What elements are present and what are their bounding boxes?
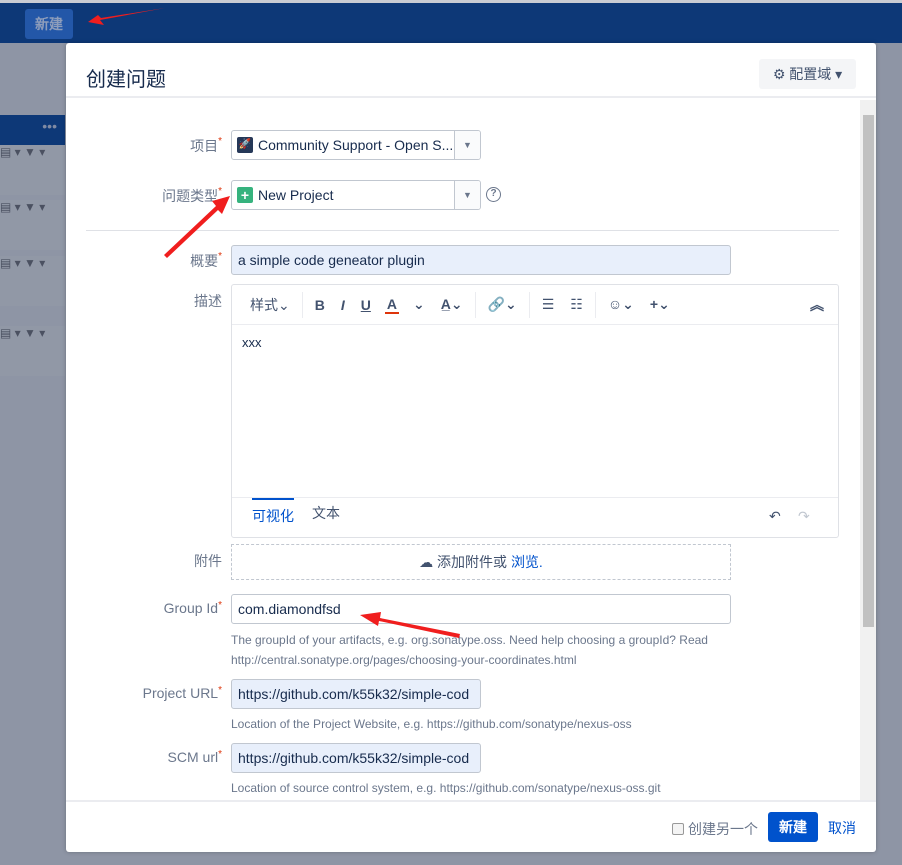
collapse-toolbar-icon[interactable]: ︽ — [802, 295, 832, 315]
dialog-title: 创建问题 — [86, 69, 166, 91]
background-panel-header: ••• — [0, 115, 65, 145]
issue-type-select[interactable]: + New Project ▼ — [231, 180, 481, 210]
style-dropdown[interactable]: 样式⌄ — [242, 295, 298, 315]
background-row: ▤ ▾ ▼ ▾ — [0, 145, 65, 195]
issue-type-label: 问题类型* — [162, 186, 222, 204]
plus-icon: + — [237, 187, 253, 203]
dialog-header: 创建问题 ⚙ 配置域 ▾ — [66, 43, 876, 98]
gear-icon: ⚙ — [772, 66, 786, 82]
dialog-scrollbar[interactable] — [860, 100, 876, 800]
project-label: 项目* — [190, 136, 222, 154]
description-label: 描述 — [194, 293, 222, 309]
background-row: ▤ ▾ ▼ ▾ — [0, 200, 65, 250]
chevron-down-icon[interactable]: ⌄ — [405, 296, 433, 313]
text-format-icon[interactable]: A̲⌄ — [433, 296, 471, 313]
create-button[interactable]: 新建 — [768, 812, 818, 842]
underline-icon[interactable]: U — [353, 297, 379, 313]
help-icon[interactable]: ? — [486, 187, 501, 202]
undo-icon[interactable]: ↶ — [769, 508, 781, 525]
browse-link[interactable]: 浏览. — [511, 554, 543, 570]
group-id-help: The groupId of your artifacts, e.g. org.… — [231, 633, 708, 667]
description-textarea[interactable]: xxx — [232, 325, 838, 497]
text-color-icon[interactable]: A — [384, 296, 399, 314]
editor-mode-tabs: 可视化 文本 ↶ ↷ — [232, 497, 838, 537]
scm-url-help: Location of source control system, e.g. … — [231, 781, 661, 795]
summary-label: 概要* — [190, 251, 222, 269]
chevron-down-icon: ▼ — [454, 131, 480, 159]
project-url-label: Project URL* — [142, 685, 222, 701]
numbered-list-icon[interactable]: ☷ — [562, 296, 591, 313]
group-id-input[interactable]: com.diamondfsd — [231, 594, 731, 624]
tab-visual[interactable]: 可视化 — [252, 498, 294, 526]
background-row: ▤ ▾ ▼ ▾ — [0, 256, 65, 306]
project-url-help: Location of the Project Website, e.g. ht… — [231, 717, 632, 731]
bullet-list-icon[interactable]: ☰ — [534, 296, 563, 313]
dialog-body: 项目* 🚀 Community Support - Open S... ▼ 问题… — [66, 100, 876, 800]
scm-url-input[interactable]: https://github.com/k55k32/simple-cod — [231, 743, 481, 773]
chevron-down-icon: ▼ — [454, 181, 480, 209]
bold-icon[interactable]: B — [307, 297, 333, 313]
group-id-label: Group Id* — [163, 600, 222, 616]
rocket-icon: 🚀 — [237, 137, 253, 153]
project-select[interactable]: 🚀 Community Support - Open S... ▼ — [231, 130, 481, 160]
attachment-dropzone[interactable]: ☁ 添加附件或 浏览. — [231, 544, 731, 580]
redo-icon[interactable]: ↷ — [798, 508, 810, 525]
project-url-input[interactable]: https://github.com/k55k32/simple-cod — [231, 679, 481, 709]
italic-icon[interactable]: I — [333, 297, 353, 313]
scm-url-label: SCM url* — [167, 749, 222, 765]
tab-text[interactable]: 文本 — [312, 503, 340, 523]
create-another-checkbox[interactable]: 创建另一个 — [672, 819, 758, 839]
divider — [86, 230, 839, 231]
dialog-footer: 创建另一个 新建 取消 — [66, 800, 876, 852]
top-create-button[interactable]: 新建 — [25, 9, 73, 39]
summary-input[interactable]: a simple code geneator plugin — [231, 245, 731, 275]
emoji-icon[interactable]: ☺⌄ — [600, 296, 642, 313]
top-nav-bar: 新建 — [0, 0, 902, 43]
configure-fields-button[interactable]: ⚙ 配置域 ▾ — [759, 59, 856, 89]
create-issue-dialog: 创建问题 ⚙ 配置域 ▾ 项目* 🚀 Community Support - O… — [66, 43, 876, 852]
editor-toolbar: 样式⌄ B I U A ⌄ A̲⌄ 🔗⌄ ☰ ☷ ☺⌄ +⌄ ︽ — [232, 285, 838, 325]
link-icon[interactable]: 🔗⌄ — [480, 296, 525, 313]
background-row: ▤ ▾ ▼ ▾ — [0, 326, 65, 376]
cancel-link[interactable]: 取消 — [828, 818, 856, 838]
attachment-label: 附件 — [194, 553, 222, 569]
cloud-upload-icon: ☁ — [419, 554, 434, 570]
insert-more-icon[interactable]: +⌄ — [642, 296, 678, 313]
scrollbar-thumb[interactable] — [863, 115, 874, 627]
description-editor: 样式⌄ B I U A ⌄ A̲⌄ 🔗⌄ ☰ ☷ ☺⌄ +⌄ ︽ xxx 可视化… — [231, 284, 839, 538]
